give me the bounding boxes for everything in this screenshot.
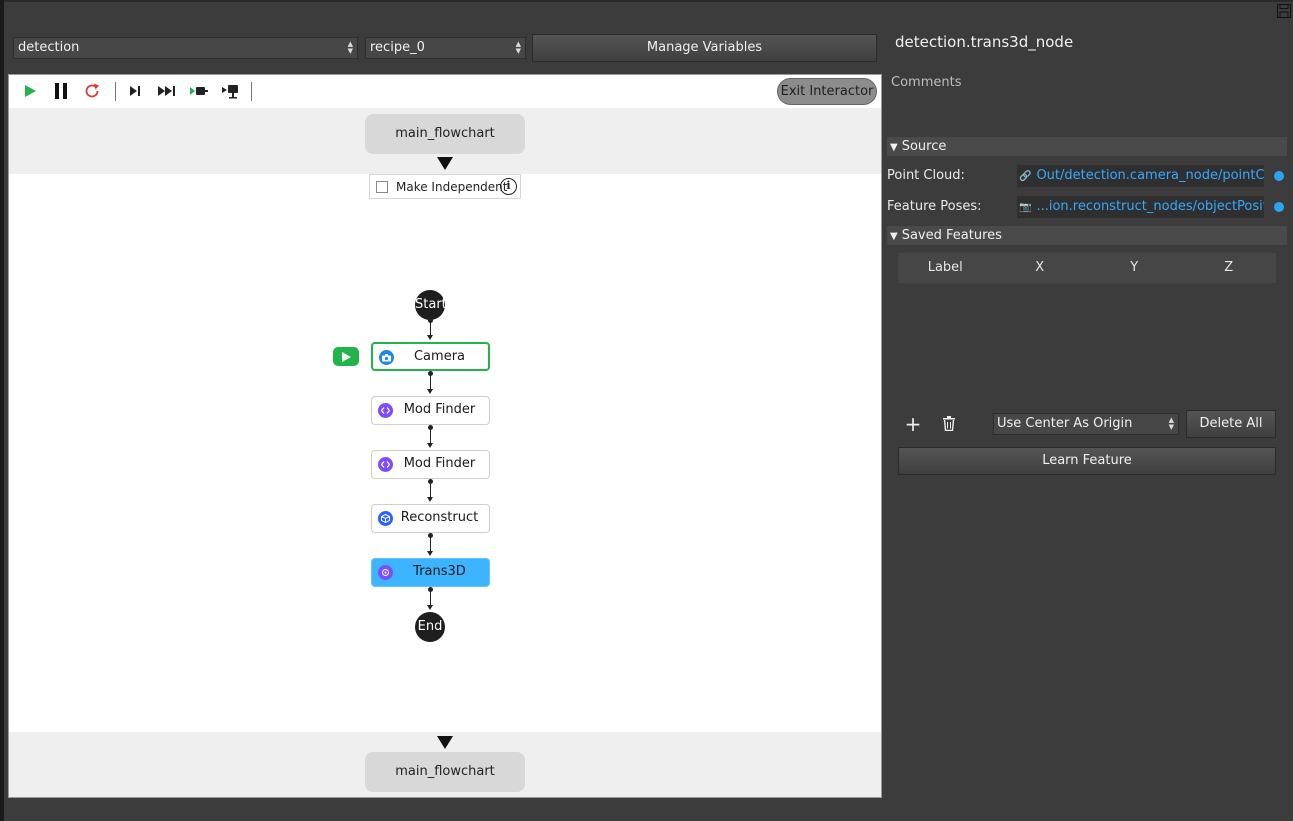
- add-feature-button[interactable]: +: [903, 413, 923, 435]
- node-label: Camera: [413, 349, 466, 364]
- node-label: Mod Finder: [403, 456, 476, 471]
- select-arrows-icon: ▲ ▼: [347, 40, 353, 55]
- restart-icon[interactable]: [82, 81, 102, 101]
- column-header-z[interactable]: Z: [1182, 253, 1277, 283]
- learn-feature-button[interactable]: Learn Feature: [898, 447, 1276, 475]
- camera-icon: [379, 350, 394, 365]
- connector-line: [430, 374, 431, 389]
- camera-link-icon: 📷: [1019, 202, 1032, 213]
- recipe-select-value: recipe_0: [370, 40, 425, 55]
- end-node[interactable]: End: [415, 612, 445, 642]
- saved-features-section-label: Saved Features: [901, 228, 1002, 243]
- step-into-icon[interactable]: [189, 81, 209, 101]
- window-top-border: [0, 0, 1293, 2]
- point-cloud-value: Out/detection.camera_node/pointCloud: [1036, 168, 1264, 183]
- left-edge-strip: [0, 0, 4, 821]
- feature-poses-label: Feature Poses:: [887, 199, 982, 214]
- run-toolbar: Exit Interactor: [9, 75, 881, 108]
- workspace-select-value: detection: [18, 40, 80, 55]
- point-cloud-status-dot: [1274, 171, 1284, 181]
- connector-arrow-icon: [427, 551, 433, 556]
- origin-mode-select[interactable]: Use Center As Origin ▲ ▼: [993, 413, 1179, 435]
- pause-icon[interactable]: [51, 81, 71, 101]
- comments-field[interactable]: Comments: [891, 75, 961, 90]
- code-icon: [378, 403, 393, 418]
- node-mod-finder-2[interactable]: Mod Finder: [371, 450, 490, 479]
- node-mod-finder-1[interactable]: Mod Finder: [371, 396, 490, 425]
- make-independent-checkbox[interactable]: [376, 180, 388, 193]
- column-header-label[interactable]: Label: [898, 253, 993, 283]
- flowchart-canvas[interactable]: Exit Interactor main_flowchart Make Inde…: [8, 74, 882, 798]
- fast-forward-icon[interactable]: [157, 81, 177, 101]
- connector-arrow-icon: [427, 497, 433, 502]
- node-label: Trans3D: [413, 564, 466, 579]
- start-node[interactable]: Start: [415, 290, 447, 320]
- select-arrows-icon: ▲ ▼: [1168, 416, 1174, 431]
- feature-poses-value: ...ion.reconstruct_nodes/objectPositions: [1036, 199, 1264, 214]
- link-icon: 🔗: [1019, 171, 1032, 182]
- collapse-triangle-icon: ▼: [890, 142, 898, 153]
- manage-variables-button[interactable]: Manage Variables: [532, 34, 877, 62]
- select-arrows-icon: ▲ ▼: [515, 40, 521, 55]
- point-cloud-label: Point Cloud:: [887, 168, 965, 183]
- save-icon[interactable]: [1277, 4, 1291, 18]
- make-independent-toggle[interactable]: Make Independent i: [369, 174, 521, 199]
- parent-flowchart-bottom[interactable]: main_flowchart: [365, 752, 525, 792]
- collapse-triangle-icon: ▼: [890, 231, 898, 242]
- run-to-node-icon[interactable]: [221, 81, 241, 101]
- code-icon: [378, 457, 393, 472]
- connector-line: [430, 321, 431, 335]
- trash-icon[interactable]: [942, 416, 958, 432]
- feature-poses-link[interactable]: 📷 ...ion.reconstruct_nodes/objectPosition…: [1017, 196, 1264, 218]
- info-icon[interactable]: i: [500, 178, 517, 195]
- parent-flowchart-top[interactable]: main_flowchart: [365, 114, 525, 154]
- connector-line: [430, 482, 431, 497]
- transform-icon: [378, 565, 393, 580]
- delete-all-button[interactable]: Delete All: [1186, 410, 1276, 438]
- node-label: Reconstruct: [400, 510, 479, 525]
- connector-arrow-icon: [427, 335, 433, 340]
- source-section-label: Source: [901, 139, 947, 154]
- saved-features-table-header: Label X Y Z: [898, 253, 1276, 283]
- node-camera[interactable]: Camera: [371, 342, 490, 371]
- feature-poses-status-dot: [1274, 202, 1284, 212]
- connector-line: [430, 428, 431, 443]
- flow-down-arrow-icon: [437, 157, 453, 170]
- cube-icon: [378, 511, 393, 526]
- point-cloud-link[interactable]: 🔗 Out/detection.camera_node/pointCloud: [1017, 165, 1264, 187]
- connector-line: [430, 590, 431, 605]
- column-header-x[interactable]: X: [993, 253, 1088, 283]
- toolbar-divider: [115, 82, 116, 101]
- play-icon[interactable]: [20, 81, 40, 101]
- node-reconstruct[interactable]: Reconstruct: [371, 504, 490, 533]
- connector-arrow-icon: [427, 605, 433, 610]
- current-node-play-icon: [333, 347, 359, 366]
- flow-down-arrow-icon: [437, 736, 453, 749]
- recipe-select[interactable]: recipe_0 ▲ ▼: [365, 37, 526, 59]
- connector-arrow-icon: [427, 389, 433, 394]
- origin-mode-value: Use Center As Origin: [997, 416, 1133, 431]
- toolbar-divider: [251, 82, 252, 101]
- make-independent-label: Make Independent: [396, 179, 508, 194]
- exit-interactor-button[interactable]: Exit Interactor: [777, 78, 877, 105]
- connector-arrow-icon: [427, 443, 433, 448]
- connector-line: [430, 536, 431, 551]
- saved-features-section-header[interactable]: ▼ Saved Features: [887, 226, 1287, 245]
- workspace-select[interactable]: detection ▲ ▼: [13, 37, 358, 59]
- node-title: detection.trans3d_node: [895, 33, 1074, 51]
- node-trans3d[interactable]: Trans3D: [371, 558, 490, 587]
- column-header-y[interactable]: Y: [1087, 253, 1182, 283]
- source-section-header[interactable]: ▼ Source: [887, 137, 1287, 156]
- node-label: Mod Finder: [403, 402, 476, 417]
- step-icon[interactable]: [125, 81, 145, 101]
